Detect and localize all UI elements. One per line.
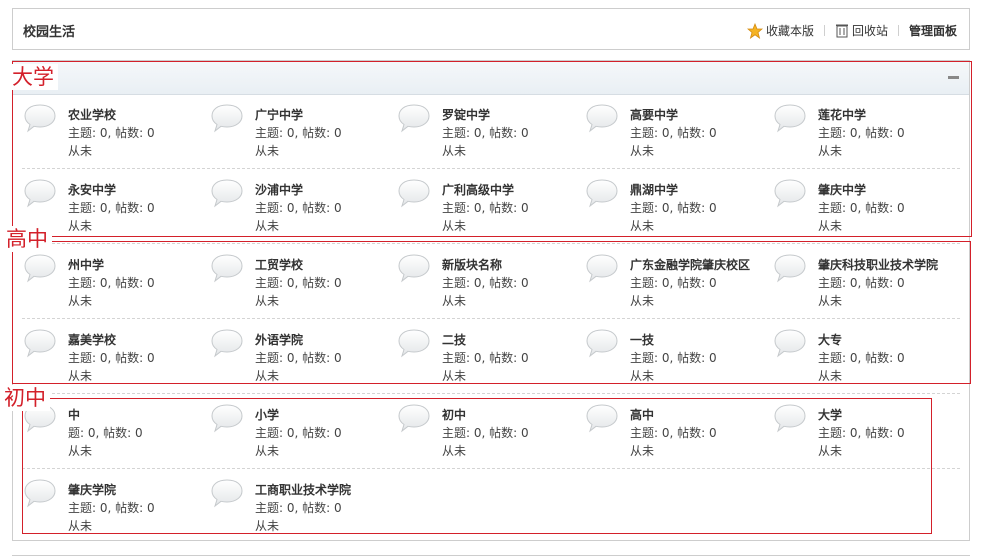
toolbar-divider: [823, 25, 825, 36]
manage-panel-button[interactable]: 管理面板: [909, 22, 957, 39]
favorite-button[interactable]: 收藏本版: [746, 22, 814, 39]
toolbar-divider: [897, 25, 899, 36]
trash-icon: [835, 24, 848, 38]
annotation-label-high-school: 高中: [2, 226, 52, 252]
row-divider: [22, 393, 960, 394]
annotation-label-university: 大学: [8, 64, 58, 90]
bottom-border: [12, 555, 970, 556]
star-icon: [746, 22, 763, 39]
annotation-box-middle-school: [22, 398, 932, 534]
recycle-bin-label: 回收站: [851, 24, 888, 38]
recycle-bin-button[interactable]: 回收站: [835, 22, 888, 39]
annotation-label-middle-school: 初中: [0, 385, 50, 411]
page-title: 校园生活: [23, 25, 76, 40]
annotation-box-university: [12, 61, 972, 237]
annotation-box-high-school: [12, 241, 971, 384]
forum-header-bar: 校园生活 收藏本版 回收站 管理面板: [12, 8, 970, 50]
favorite-label: 收藏本版: [765, 24, 814, 38]
toolbar: 收藏本版 回收站 管理面板: [746, 22, 957, 39]
